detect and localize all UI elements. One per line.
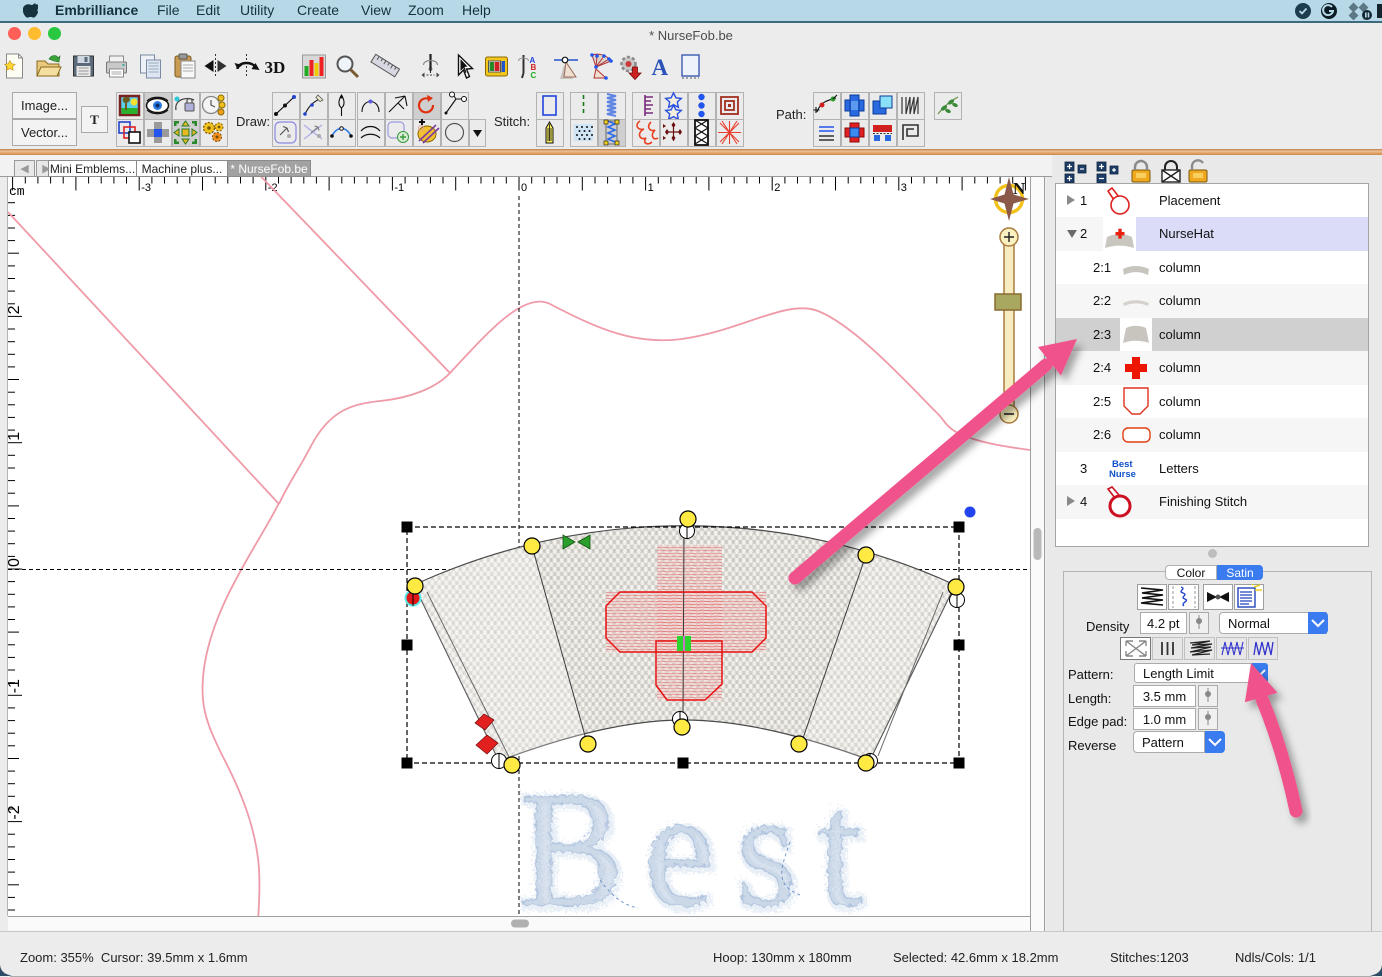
svg-text:2: 2 bbox=[774, 182, 780, 194]
svg-text:-1: -1 bbox=[394, 182, 404, 194]
svg-text:0: 0 bbox=[6, 558, 23, 567]
svg-text:1: 1 bbox=[6, 432, 23, 441]
svg-text:Best: Best bbox=[517, 756, 881, 931]
svg-text:N: N bbox=[1013, 179, 1026, 198]
svg-text:3: 3 bbox=[901, 182, 907, 194]
svg-text:C: C bbox=[531, 71, 537, 80]
svg-text:A: A bbox=[652, 55, 669, 80]
svg-text:3D: 3D bbox=[265, 58, 286, 77]
svg-text:0: 0 bbox=[521, 182, 527, 194]
svg-text:-1: -1 bbox=[6, 679, 23, 693]
svg-text:1: 1 bbox=[648, 182, 654, 194]
svg-text:-3: -3 bbox=[141, 182, 151, 194]
svg-text:cm: cm bbox=[9, 184, 25, 199]
svg-text:-2: -2 bbox=[6, 805, 23, 819]
svg-text:2: 2 bbox=[6, 305, 23, 314]
